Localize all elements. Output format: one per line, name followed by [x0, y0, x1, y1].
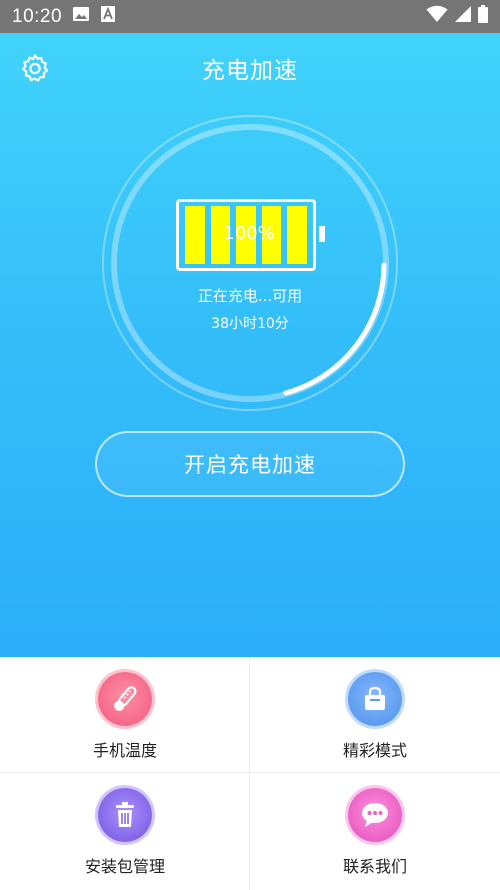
- charge-panel: 充电加速 100% 正在充电...可用 38小时10分 开启充电加速: [0, 33, 500, 657]
- wifi-icon: [426, 5, 448, 28]
- menu-item-label: 联系我们: [342, 857, 407, 876]
- chat-bubble-icon: [348, 788, 402, 842]
- menu-item-label: 精彩模式: [342, 741, 407, 760]
- shopping-bag-icon: [348, 672, 402, 726]
- menu-item-label: 手机温度: [92, 741, 157, 760]
- boost-charge-button[interactable]: 开启充电加速: [95, 431, 405, 497]
- page-title: 充电加速: [202, 58, 298, 84]
- menu-item-package-manager[interactable]: 安装包管理: [0, 773, 250, 890]
- font-a-icon: [100, 5, 116, 28]
- charging-status: 正在充电...可用: [197, 287, 303, 305]
- battery-percent: 100%: [223, 223, 275, 244]
- menu-item-featured-mode[interactable]: 精彩模式: [250, 657, 500, 773]
- trash-icon: [98, 788, 152, 842]
- feature-grid: 手机温度 精彩模式 安装包管理 联系我们: [0, 657, 500, 890]
- status-bar: 10:20: [0, 0, 500, 33]
- image-icon: [72, 5, 90, 28]
- menu-item-phone-temperature[interactable]: 手机温度: [0, 657, 250, 773]
- thermometer-icon: [98, 672, 152, 726]
- battery-icon: [478, 5, 488, 28]
- status-time: 10:20: [12, 5, 63, 27]
- signal-icon: [454, 5, 472, 28]
- remaining-time: 38小时10分: [211, 316, 289, 332]
- menu-item-label: 安装包管理: [84, 857, 165, 876]
- menu-item-contact-us[interactable]: 联系我们: [250, 773, 500, 890]
